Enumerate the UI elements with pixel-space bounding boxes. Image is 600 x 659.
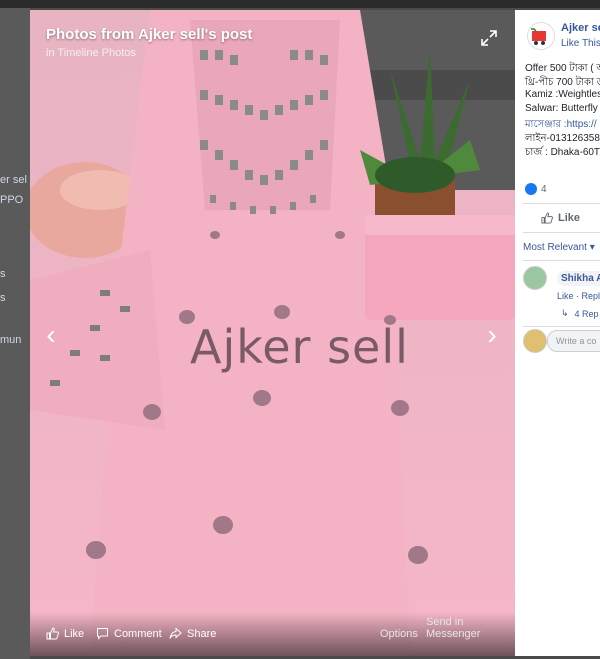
page-avatar[interactable] (527, 22, 555, 50)
page-name-link[interactable]: Ajker sel (561, 22, 600, 34)
page-logo-icon (531, 28, 546, 45)
post-text-line-4: Salwar: Butterfly (525, 103, 598, 114)
like-this-page-link[interactable]: Like This P (561, 38, 600, 49)
photo-share-button[interactable]: Share (169, 627, 216, 640)
comment-sort-dropdown[interactable]: Most Relevant ▾ (523, 242, 595, 253)
photo-like-label: Like (64, 627, 85, 640)
reaction-summary[interactable]: 4 (525, 183, 547, 195)
divider (523, 260, 600, 261)
bg-text-4: s (0, 292, 6, 304)
background-left-column: er sel PPO s s mun (0, 8, 30, 659)
background-top-strip (0, 0, 600, 8)
share-icon (169, 627, 182, 639)
commenter-name[interactable]: Shikha Ak (557, 271, 600, 286)
post-text-line-7: চার্জ : Dhaka-60T (525, 147, 600, 158)
post-text-line-3: Kamiz :Weightles (525, 89, 600, 100)
expand-icon[interactable] (481, 30, 497, 46)
next-photo-chevron-icon[interactable]: › (481, 320, 503, 350)
commenter-avatar[interactable] (523, 266, 547, 290)
bg-text-1: er sel (0, 174, 27, 186)
comment-actions[interactable]: Like · Reply (557, 291, 600, 301)
photo-share-label: Share (187, 627, 217, 640)
replies-count: 4 Rep (574, 308, 599, 319)
view-replies-link[interactable]: ↳ 4 Rep (561, 308, 599, 319)
post-like-label: Like (558, 212, 581, 224)
divider (523, 326, 600, 327)
post-like-button[interactable]: Like (541, 212, 580, 224)
current-user-avatar[interactable] (523, 329, 547, 353)
thumbs-up-icon (46, 627, 59, 640)
previous-photo-chevron-icon[interactable]: ‹ (40, 320, 62, 350)
photo-album-link[interactable]: in Timeline Photos (46, 47, 136, 59)
write-comment-input[interactable]: Write a co (547, 330, 600, 352)
photo-viewer[interactable]: Photos from Ajker sell's post in Timelin… (30, 10, 515, 656)
post-side-panel: Ajker sel Like This P Offer 500 টাকা ( অ… (515, 10, 600, 656)
photo-like-button[interactable]: Like (46, 627, 84, 640)
bg-text-3: s (0, 268, 6, 280)
divider (523, 203, 600, 204)
photo-watermark: Ajker sell (190, 320, 409, 374)
thumbs-up-icon (541, 212, 553, 224)
photo-comment-label: Comment (114, 627, 162, 640)
send-in-messenger-button[interactable]: Send in Messenger (426, 616, 515, 640)
bg-text-5: mun (0, 334, 22, 346)
photo-comment-button[interactable]: Comment (96, 627, 162, 640)
reply-arrow-icon: ↳ (561, 308, 569, 318)
comment-icon (97, 628, 108, 640)
like-reaction-icon (525, 183, 537, 195)
reaction-count: 4 (541, 183, 547, 195)
photo-title[interactable]: Photos from Ajker sell's post (46, 26, 252, 43)
photo-options-button[interactable]: Options (380, 628, 418, 640)
divider (523, 232, 600, 233)
bg-text-2: PPO (0, 194, 24, 206)
